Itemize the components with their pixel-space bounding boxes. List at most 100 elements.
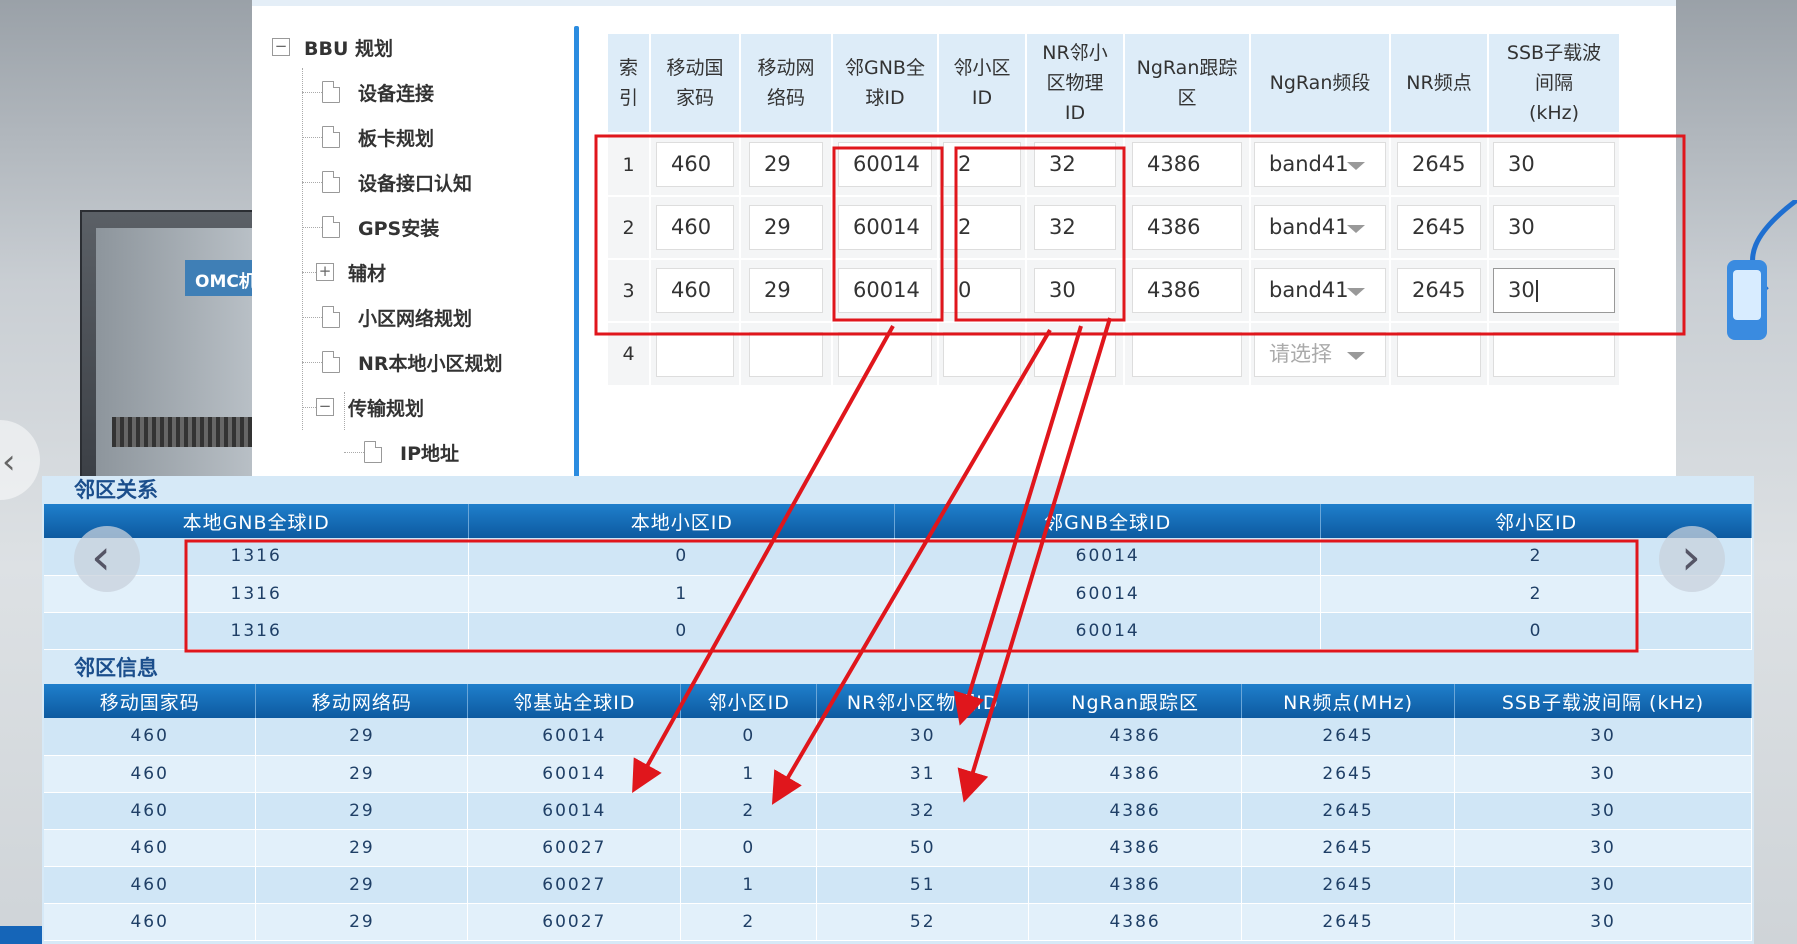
config-row: 2 460 29 60014 2 32 4386 band41 2645 30 [608, 195, 1621, 259]
table-row: 460 29 60014 0 30 4386 2645 30 [44, 718, 1752, 756]
tree-node-interface[interactable]: 设备接口认知 [322, 168, 472, 196]
band-select[interactable]: 请选择 [1254, 331, 1386, 377]
col-mnc: 移动网络码 [255, 684, 469, 718]
tree-node-gps[interactable]: GPS安装 [322, 213, 439, 241]
ssb-input[interactable]: 30 [1493, 142, 1615, 187]
mcc-input[interactable]: 460 [656, 205, 734, 250]
table-cell: 31 [816, 755, 1030, 793]
gnb-id-input[interactable]: 60014 [838, 142, 932, 187]
table-cell: 2 [680, 903, 818, 941]
gnb-id-input[interactable]: 60014 [838, 205, 932, 250]
tree-node-cell-network[interactable]: 小区网络规划 [322, 303, 472, 331]
tac-input[interactable]: 4386 [1132, 142, 1242, 187]
pci-input[interactable] [1034, 331, 1116, 377]
table-cell: 29 [255, 792, 469, 830]
neighbor-info-table: 移动国家码 移动网络码 邻基站全球ID 邻小区ID NR邻小区物理ID NgRa… [44, 684, 1752, 941]
table-cell: 460 [44, 755, 257, 793]
neighbor-relation-title: 邻区关系 [74, 478, 158, 502]
next-page-button[interactable]: › [1659, 526, 1725, 592]
gnb-id-input[interactable]: 60014 [838, 268, 932, 313]
tree-node-board-plan[interactable]: 板卡规划 [322, 123, 434, 151]
freq-input[interactable]: 2645 [1397, 142, 1481, 187]
col-tac: NgRan跟踪 区 [1124, 34, 1251, 133]
table-cell: 1 [468, 575, 896, 613]
table-cell: 30 [1454, 866, 1752, 904]
config-row: 3 460 29 60014 0 30 4386 band41 2645 30 [608, 258, 1621, 322]
table-cell: 29 [255, 718, 469, 756]
collapse-icon[interactable]: − [316, 398, 334, 416]
table-row: 1316 1 60014 2 [44, 575, 1752, 613]
col-cell: 邻小区 ID [938, 34, 1027, 133]
tree-node-label: 辅材 [348, 262, 387, 285]
cell-id-input[interactable]: 2 [943, 142, 1021, 187]
gnb-id-input[interactable] [838, 331, 932, 377]
table-cell: 0 [680, 718, 818, 756]
tree-node-label: NR本地小区规划 [358, 352, 503, 375]
collapse-icon[interactable]: − [272, 38, 290, 56]
table-cell: 2 [680, 792, 818, 830]
mnc-input[interactable]: 29 [749, 268, 823, 313]
cell-id-input[interactable]: 2 [943, 205, 1021, 250]
band-select[interactable]: band41 [1254, 268, 1386, 313]
table-cell: 2645 [1241, 866, 1456, 904]
band-select[interactable]: band41 [1254, 142, 1386, 187]
panel-top-border [252, 0, 1676, 6]
pci-input[interactable]: 32 [1034, 205, 1116, 250]
cell-id-input[interactable]: 0 [943, 268, 1021, 313]
neighbor-config-table: 索 引 移动国 家码 移动网 络码 邻GNB全 球ID 邻小区 ID NR邻小 … [608, 34, 1621, 385]
ssb-input-focused[interactable]: 30 [1493, 268, 1615, 313]
mnc-input[interactable]: 29 [749, 142, 823, 187]
tree-node-device-connect[interactable]: 设备连接 [322, 78, 434, 106]
tree-node-label: 小区网络规划 [358, 307, 473, 330]
prev-page-button[interactable]: ‹ [74, 526, 140, 592]
expand-icon[interactable]: + [316, 263, 334, 281]
tree-node-materials[interactable]: + 辅材 [316, 258, 386, 286]
table-cell: 60027 [467, 866, 682, 904]
table-cell: 29 [255, 755, 469, 793]
ssb-input[interactable] [1493, 331, 1615, 377]
cell-id-input[interactable] [943, 331, 1021, 377]
mnc-input[interactable] [749, 331, 823, 377]
mcc-input[interactable]: 460 [656, 268, 734, 313]
document-icon [322, 81, 340, 103]
neighbor-relation-table: 本地GNB全球ID 本地小区ID 邻GNB全球ID 邻小区ID 1316 0 6… [44, 504, 1752, 650]
mnc-input[interactable]: 29 [749, 205, 823, 250]
background-prev-arrow[interactable]: ‹ [0, 420, 40, 500]
table-cell: 30 [1454, 755, 1752, 793]
table-cell: 29 [255, 829, 469, 867]
col-index: 索 引 [608, 34, 651, 133]
freq-input[interactable]: 2645 [1397, 268, 1481, 313]
tree-node-nr-local-cell[interactable]: NR本地小区规划 [322, 348, 503, 376]
tree-node-transport[interactable]: − 传输规划 [316, 393, 424, 421]
col-freq: NR频点 [1390, 34, 1489, 133]
table-cell: 4386 [1028, 755, 1243, 793]
tree-node-bbu[interactable]: − BBU 规划 [272, 33, 393, 61]
band-select[interactable]: band41 [1254, 205, 1386, 250]
mcc-input[interactable]: 460 [656, 142, 734, 187]
table-cell: 30 [816, 718, 1030, 756]
config-row: 1 460 29 60014 2 32 4386 band41 2645 30 [608, 132, 1621, 196]
table-cell: 1316 [44, 612, 470, 650]
tree-node-ip-address[interactable]: IP地址 [364, 438, 459, 466]
table-row: 460 29 60014 1 31 4386 2645 30 [44, 755, 1752, 793]
tac-input[interactable]: 4386 [1132, 268, 1242, 313]
freq-input[interactable] [1397, 331, 1481, 377]
table-cell: 460 [44, 829, 257, 867]
table-cell: 2645 [1241, 829, 1456, 867]
col-pci: NR邻小区物理ID [816, 684, 1030, 718]
ssb-input[interactable]: 30 [1493, 205, 1615, 250]
document-icon [322, 306, 340, 328]
tac-input[interactable]: 4386 [1132, 205, 1242, 250]
freq-input[interactable]: 2645 [1397, 205, 1481, 250]
tree-node-label: BBU 规划 [304, 37, 394, 60]
mcc-input[interactable] [656, 331, 734, 377]
table-cell: 2645 [1241, 792, 1456, 830]
table-cell: 51 [816, 866, 1030, 904]
pci-input[interactable]: 32 [1034, 142, 1116, 187]
table-cell: 29 [255, 903, 469, 941]
table-cell: 60014 [467, 792, 682, 830]
pci-input[interactable]: 30 [1034, 268, 1116, 313]
tac-input[interactable] [1132, 331, 1242, 377]
table-cell: 50 [816, 829, 1030, 867]
table-cell: 2645 [1241, 755, 1456, 793]
